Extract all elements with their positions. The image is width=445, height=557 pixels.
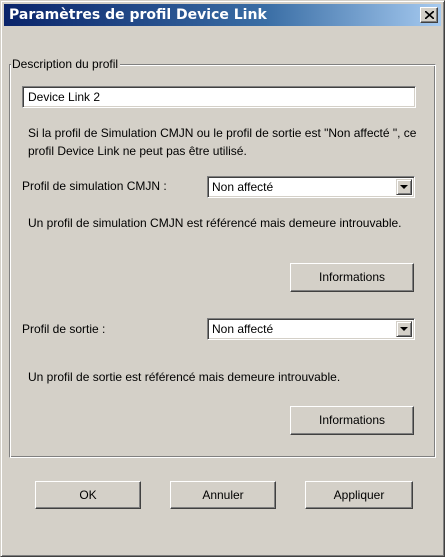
apply-button[interactable]: Appliquer [305, 481, 413, 509]
simulation-profile-message: Un profil de simulation CMJN est référen… [28, 216, 402, 230]
group-legend: Description du profil [11, 57, 121, 71]
chevron-down-icon [400, 327, 408, 331]
profile-description-value: Device Link 2 [28, 90, 101, 104]
simulation-profile-select[interactable]: Non affecté [207, 176, 415, 198]
simulation-info-button[interactable]: Informations [290, 263, 414, 292]
output-profile-message: Un profil de sortie est référencé mais d… [28, 370, 341, 384]
output-profile-value: Non affecté [212, 322, 274, 336]
cancel-button[interactable]: Annuler [170, 481, 276, 509]
title-bar[interactable]: Paramètres de profil Device Link [4, 4, 441, 26]
dialog-window: Paramètres de profil Device Link Descrip… [0, 0, 445, 557]
output-profile-label: Profil de sortie : [22, 322, 106, 336]
profile-info-text: Si la profil de Simulation CMJN ou le pr… [28, 126, 417, 158]
close-button[interactable] [420, 7, 438, 23]
chevron-down-icon [400, 185, 408, 189]
output-info-button[interactable]: Informations [290, 406, 414, 435]
output-profile-select[interactable]: Non affecté [207, 318, 415, 340]
ok-button[interactable]: OK [35, 481, 141, 509]
simulation-profile-label: Profil de simulation CMJN : [22, 179, 167, 193]
output-dropdown-button[interactable] [396, 321, 412, 337]
simulation-dropdown-button[interactable] [396, 179, 412, 195]
window-title: Paramètres de profil Device Link [9, 7, 267, 23]
simulation-profile-value: Non affecté [212, 180, 274, 194]
close-icon [425, 11, 434, 19]
profile-description-input[interactable]: Device Link 2 [22, 86, 416, 108]
